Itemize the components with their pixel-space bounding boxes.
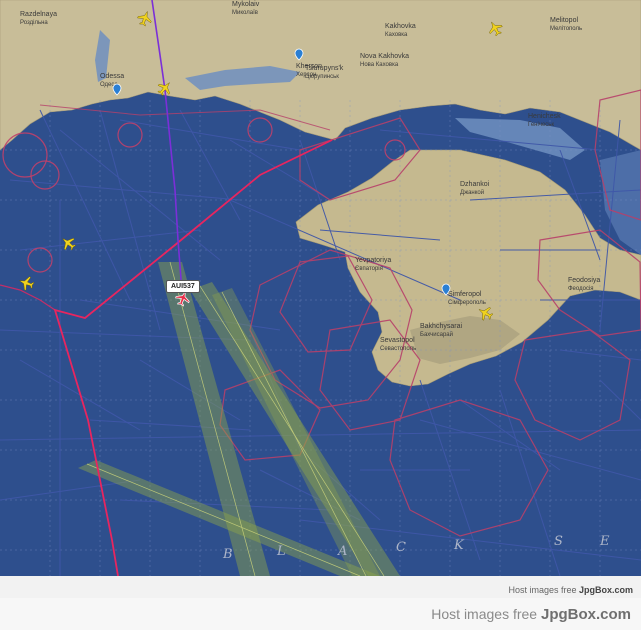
watermark-large-prefix: Host images free — [431, 606, 541, 622]
svg-text:Мелітополь: Мелітополь — [550, 26, 582, 32]
svg-text:Simferopol: Simferopol — [448, 291, 482, 298]
map-viewport[interactable]: Mykolaiv Миколаїв Kherson Херсон Odessa Одеса… — [0, 0, 641, 576]
flight-callsign-tag[interactable]: AUI537 — [166, 280, 200, 293]
chart-letter: L — [276, 544, 286, 559]
svg-text:Yevpatoriya: Yevpatoriya — [355, 257, 391, 264]
watermark-small-brand[interactable]: JpgBox.com — [579, 585, 633, 595]
svg-text:Нова Каховка: Нова Каховка — [360, 62, 399, 68]
svg-text:Феодосія: Феодосія — [568, 286, 594, 292]
watermark-large: Host images free JpgBox.com — [431, 606, 631, 623]
svg-text:Odessa: Odessa — [100, 73, 124, 80]
svg-text:Сімферополь: Сімферополь — [448, 300, 486, 306]
svg-text:Mykolaiv: Mykolaiv — [232, 1, 260, 8]
svg-text:Миколаїв: Миколаїв — [232, 10, 258, 16]
chart-letter: C — [396, 540, 406, 555]
svg-text:Генічеськ: Генічеськ — [528, 122, 554, 128]
watermark-large-brand[interactable]: JpgBox.com — [541, 606, 631, 623]
svg-text:Melitopol: Melitopol — [550, 17, 578, 24]
aeronautical-map[interactable]: MykolaivМиколаївKhersonХерсонOdessaОдеса… — [0, 0, 641, 576]
chart-letter: S — [554, 534, 563, 549]
chart-letter: E — [599, 534, 610, 549]
svg-text:Sevastopol: Sevastopol — [380, 337, 415, 344]
svg-text:Razdelnaya: Razdelnaya — [20, 11, 57, 18]
svg-text:Kakhovka: Kakhovka — [385, 23, 416, 30]
svg-text:Nova Kakhovka: Nova Kakhovka — [360, 53, 409, 60]
svg-text:Каховка: Каховка — [385, 32, 408, 38]
chart-letter: A — [337, 544, 347, 559]
svg-text:Feodosiya: Feodosiya — [568, 277, 600, 284]
svg-text:Tsiurupyns'k: Tsiurupyns'k — [305, 65, 344, 72]
svg-text:Роздільна: Роздільна — [20, 20, 48, 26]
watermark-small-prefix: Host images free — [508, 585, 579, 595]
svg-text:Henichesk: Henichesk — [528, 113, 561, 120]
svg-text:Цюрупинськ: Цюрупинськ — [305, 74, 339, 80]
footer-bar: Host images free JpgBox.com — [0, 598, 641, 630]
svg-text:Джанкой: Джанкой — [460, 189, 484, 196]
svg-text:Севастополь: Севастополь — [380, 346, 416, 352]
svg-text:Bakhchysarai: Bakhchysarai — [420, 323, 462, 330]
svg-text:Бахчисарай: Бахчисарай — [420, 331, 453, 338]
chart-letter: B — [222, 547, 233, 562]
watermark-small: Host images free JpgBox.com — [508, 585, 633, 595]
chart-letter: K — [453, 538, 465, 553]
svg-text:Dzhankoi: Dzhankoi — [460, 181, 490, 188]
svg-text:Євпаторія: Євпаторія — [355, 266, 383, 272]
